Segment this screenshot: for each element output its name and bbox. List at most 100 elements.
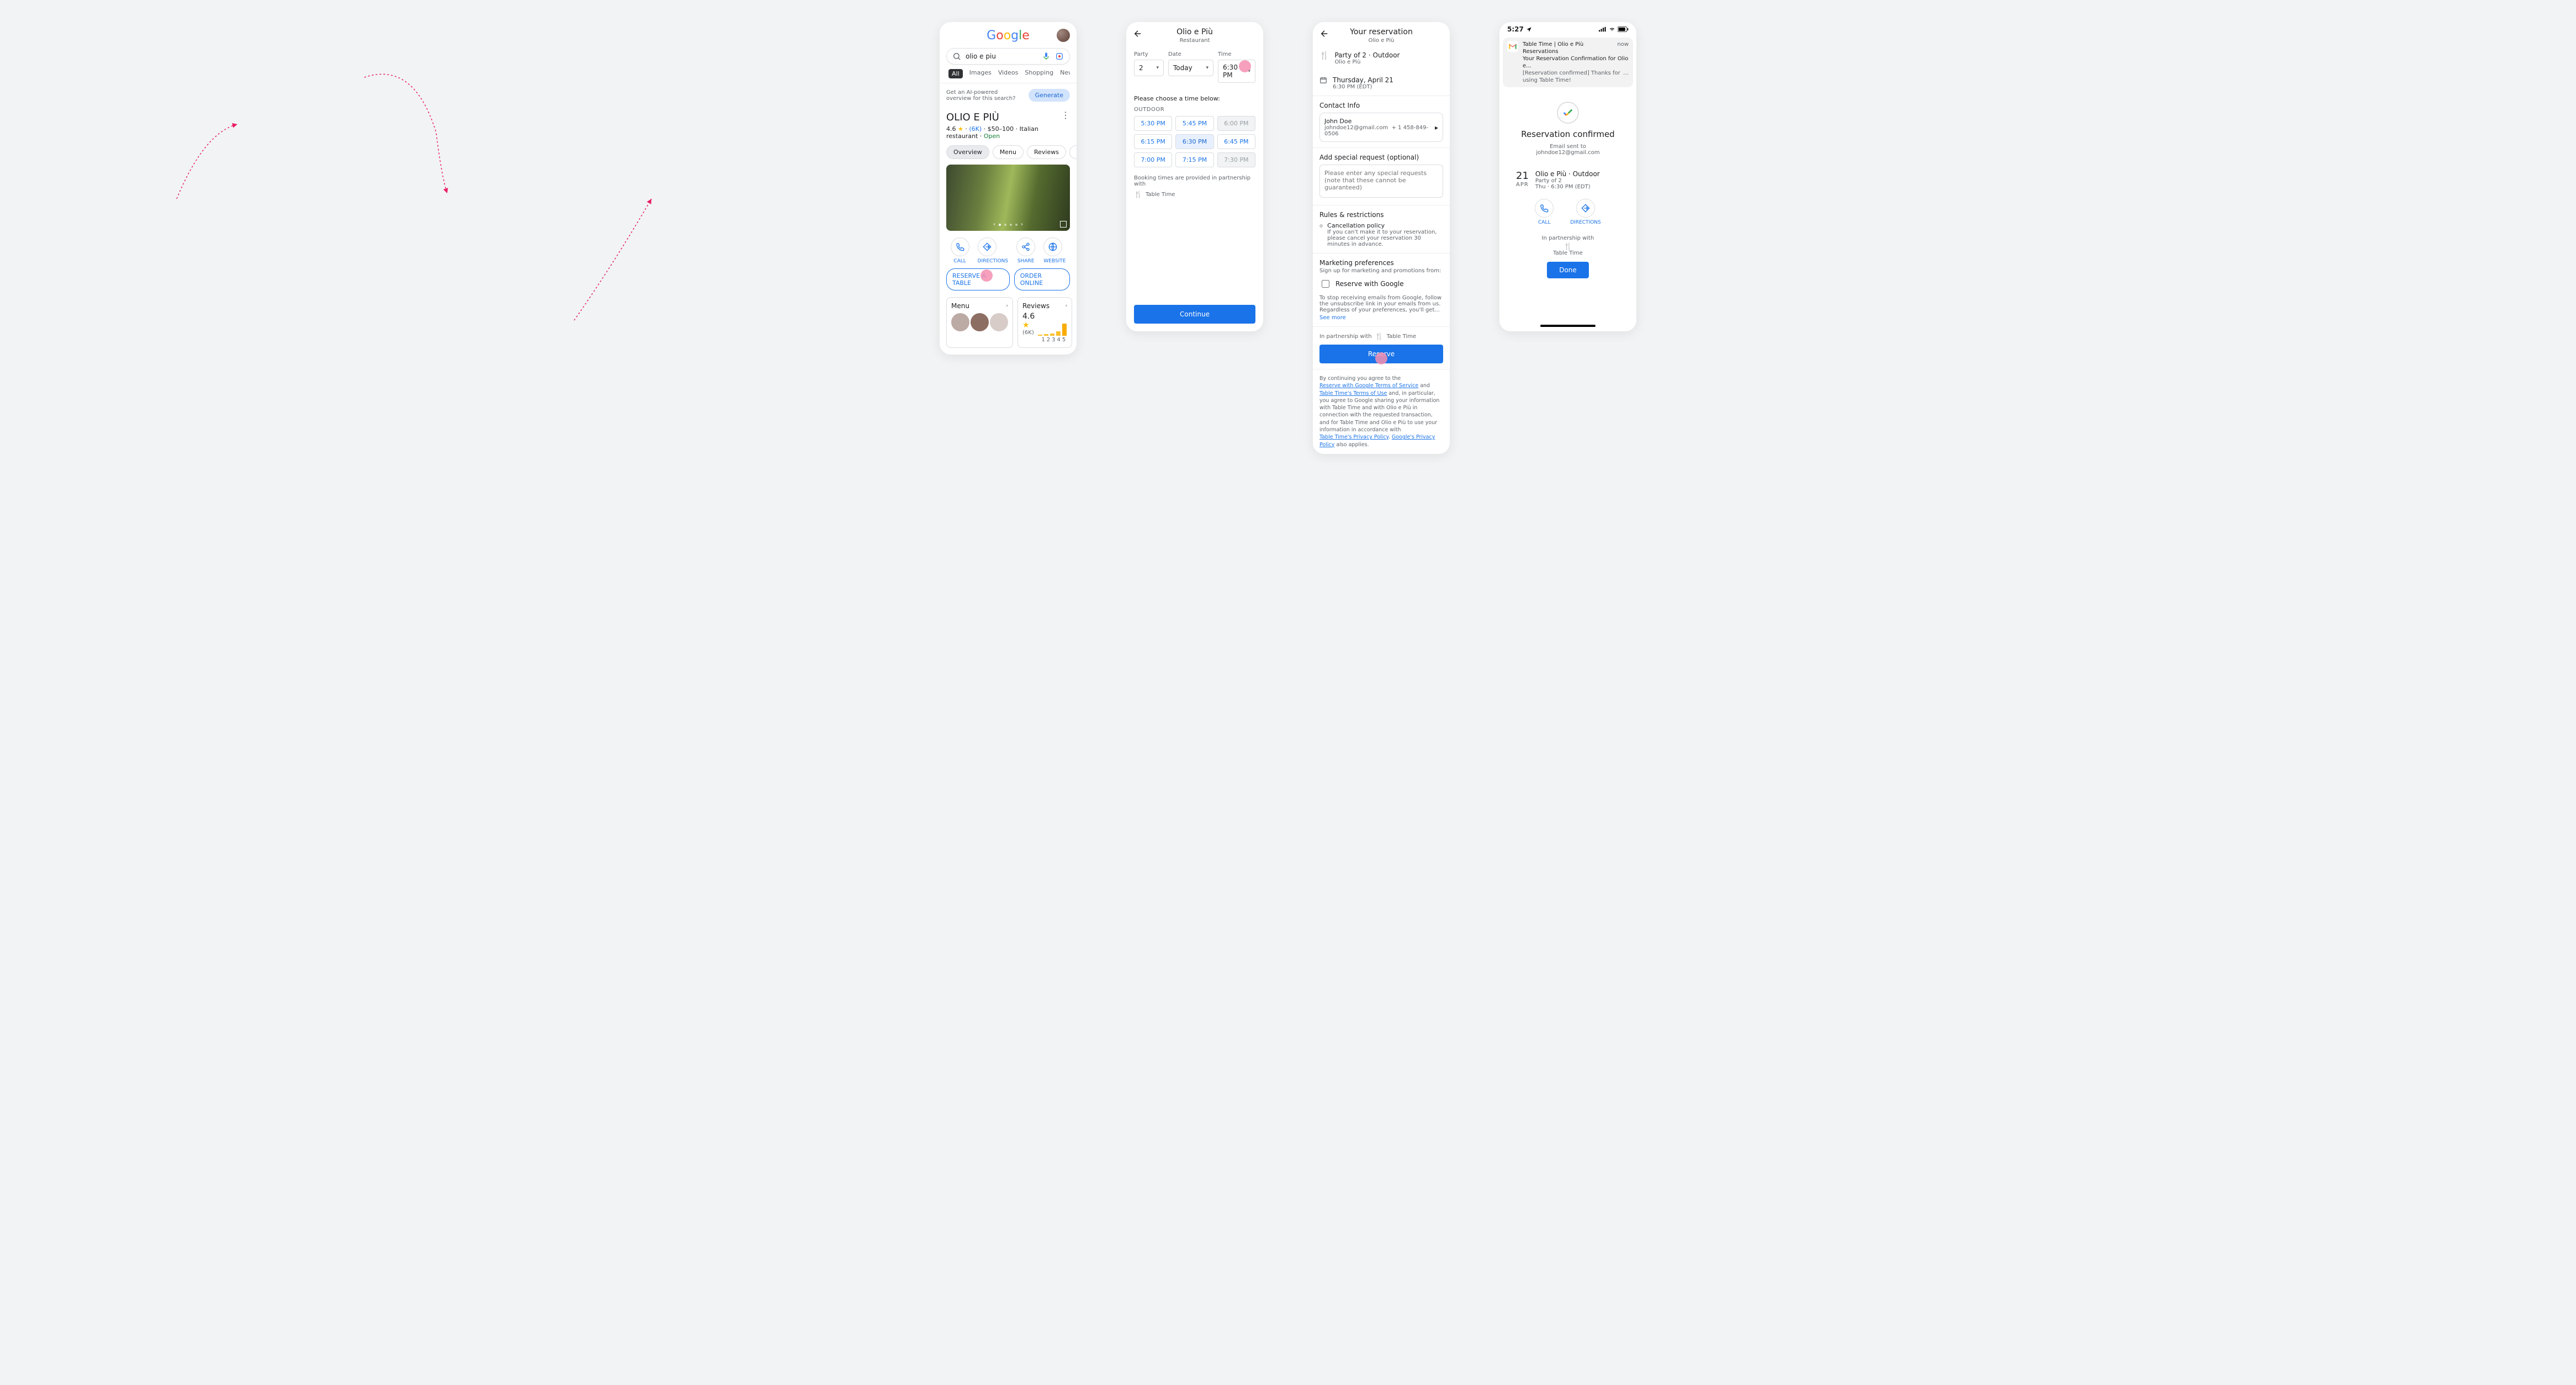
tos-link-1[interactable]: Reserve with Google Terms of Service (1319, 383, 1418, 389)
tab-images[interactable]: Images (969, 69, 992, 78)
partner-pre: In partnership with (1499, 235, 1636, 241)
rating-value: 4.6 (946, 125, 956, 133)
reserve-table-button[interactable]: RESERVE A TABLE (946, 268, 1010, 290)
time-slot[interactable]: 7:15 PM (1175, 152, 1213, 167)
ai-prompt-text: Get an AI-powered overview for this sear… (946, 89, 1024, 102)
partner-name: Table Time (1146, 192, 1175, 198)
marketing-checkbox[interactable]: Reserve with Google (1319, 278, 1443, 289)
time-slot: 7:30 PM (1217, 152, 1255, 167)
back-icon[interactable] (1133, 29, 1143, 39)
search-input[interactable]: olio e piu (946, 48, 1070, 65)
screen-reservation-form: Your reservation Olio e Più 🍴 Party of 2… (1313, 22, 1450, 454)
menu-thumb (951, 313, 969, 331)
directions-action[interactable]: DIRECTIONS (1570, 199, 1601, 225)
search-query-text: olio e piu (966, 52, 1037, 60)
notification[interactable]: Table Time | Olio e Più Reservationsnow … (1503, 38, 1633, 87)
chevron-left-icon[interactable]: ‹ (993, 221, 995, 228)
summary-line2: Olio e Più (1334, 59, 1400, 65)
cancel-body: If you can't make it to your reservation… (1327, 229, 1443, 247)
details-l2: Party of 2 (1535, 178, 1600, 184)
time-select[interactable]: 6:30 PM▾ (1218, 60, 1255, 83)
hero-photo[interactable]: ‹ › (946, 165, 1070, 231)
page-subtitle: Restaurant (1176, 38, 1213, 44)
battery-icon (1618, 27, 1629, 32)
menu-card[interactable]: Menu› (946, 297, 1013, 348)
time-slot[interactable]: 6:30 PM (1175, 134, 1213, 149)
tab-shopping[interactable]: Shopping (1025, 69, 1053, 78)
reserve-button[interactable]: Reserve (1319, 345, 1443, 363)
order-online-button[interactable]: ORDER ONLINE (1014, 268, 1070, 290)
call-action[interactable]: CALL (951, 237, 969, 264)
call-action[interactable]: CALL (1535, 199, 1554, 225)
contact-header: Contact Info (1319, 102, 1443, 109)
gmail-icon (1507, 41, 1518, 52)
tab-reviews[interactable]: Reviews (1027, 145, 1066, 159)
reviews-link[interactable]: (6K) (969, 125, 982, 133)
tos-pre: By continuing you agree to the (1319, 376, 1401, 382)
wifi-icon (1608, 27, 1616, 32)
time-slot[interactable]: 5:45 PM (1175, 116, 1213, 131)
time-slot[interactable]: 6:15 PM (1134, 134, 1172, 149)
special-header: Add special request (optional) (1319, 154, 1443, 161)
tab-menu[interactable]: Menu (993, 145, 1024, 159)
phone-icon (951, 237, 969, 256)
time-slot[interactable]: 6:45 PM (1217, 134, 1255, 149)
share-action[interactable]: SHARE (1016, 237, 1035, 264)
chevron-right-icon[interactable]: › (1021, 221, 1023, 228)
fork-knife-icon: 🍴 (1499, 242, 1636, 250)
tab-overview[interactable]: Overview (946, 145, 989, 159)
tos-link-3[interactable]: Table Time's Privacy Policy (1319, 434, 1388, 440)
screen-pick-time: Olio e Più Restaurant Party 2▾ Date Toda… (1126, 22, 1263, 331)
outdoor-label: OUTDOOR (1134, 107, 1255, 113)
special-request-input[interactable] (1319, 165, 1443, 198)
chevron-right-icon: › (1066, 303, 1068, 309)
directions-icon (1576, 199, 1595, 218)
date-select[interactable]: Today▾ (1168, 60, 1213, 76)
details-l1: Olio e Più · Outdoor (1535, 170, 1600, 178)
party-label: Party (1134, 51, 1164, 57)
share-icon (1016, 237, 1035, 256)
tab-photos[interactable]: Photos (1069, 145, 1077, 159)
see-more-link[interactable]: See more (1319, 315, 1346, 321)
time-slot[interactable]: 5:30 PM (1134, 116, 1172, 131)
time-slot[interactable]: 7:00 PM (1134, 152, 1172, 167)
website-action[interactable]: WEBSITE (1043, 237, 1066, 264)
chevron-right-icon: › (1006, 303, 1008, 309)
details-l3: Thu · 6:30 PM (EDT) (1535, 184, 1600, 190)
marketing-header: Marketing preferences (1319, 259, 1443, 267)
back-icon[interactable] (1319, 29, 1329, 39)
page-title: Your reservation (1350, 28, 1413, 36)
date-label: Date (1168, 51, 1213, 57)
generate-button[interactable]: Generate (1029, 89, 1070, 102)
tab-videos[interactable]: Videos (998, 69, 1019, 78)
partner-name: Table Time (1387, 334, 1417, 340)
tos-link-2[interactable]: Table Time's Terms of Use (1319, 390, 1387, 397)
party-select[interactable]: 2▾ (1134, 60, 1164, 76)
done-button[interactable]: Done (1547, 262, 1589, 278)
mic-icon[interactable] (1042, 52, 1051, 61)
reviews-card[interactable]: Reviews› 4.6 ★ (6K) 12345 (1017, 297, 1072, 348)
status-bar: 5:27 (1499, 22, 1636, 34)
continue-button[interactable]: Continue (1134, 305, 1255, 324)
price: $50–100 (988, 125, 1014, 133)
when-line2: 6:30 PM (EDT) (1333, 84, 1393, 90)
avatar[interactable] (1057, 29, 1070, 42)
tab-news[interactable]: News (1060, 69, 1070, 78)
email-value: johndoe12@gmail.com (1510, 150, 1625, 156)
search-icon (952, 52, 961, 61)
notif-more-icon[interactable]: … (1623, 70, 1629, 84)
chevron-down-icon: ▾ (1248, 68, 1250, 74)
chevron-down-icon: ▾ (1156, 65, 1159, 71)
search-tabs: All Images Videos Shopping News Maps (946, 65, 1070, 83)
partner-text: Booking times are provided in partnershi… (1134, 175, 1255, 187)
google-logo: Google (987, 29, 1030, 43)
contact-card[interactable]: John Doe johndoe12@gmail.com + 1 458-849… (1319, 113, 1443, 142)
when-line1: Thursday, April 21 (1333, 76, 1393, 84)
checkbox-input[interactable] (1322, 280, 1329, 288)
lens-icon[interactable] (1055, 52, 1064, 61)
more-icon[interactable]: ⋮ (1061, 112, 1070, 119)
expand-icon[interactable] (1060, 221, 1067, 228)
confirmed-text: Reservation confirmed (1510, 129, 1625, 139)
tab-all[interactable]: All (948, 69, 963, 78)
directions-action[interactable]: DIRECTIONS (978, 237, 1009, 264)
